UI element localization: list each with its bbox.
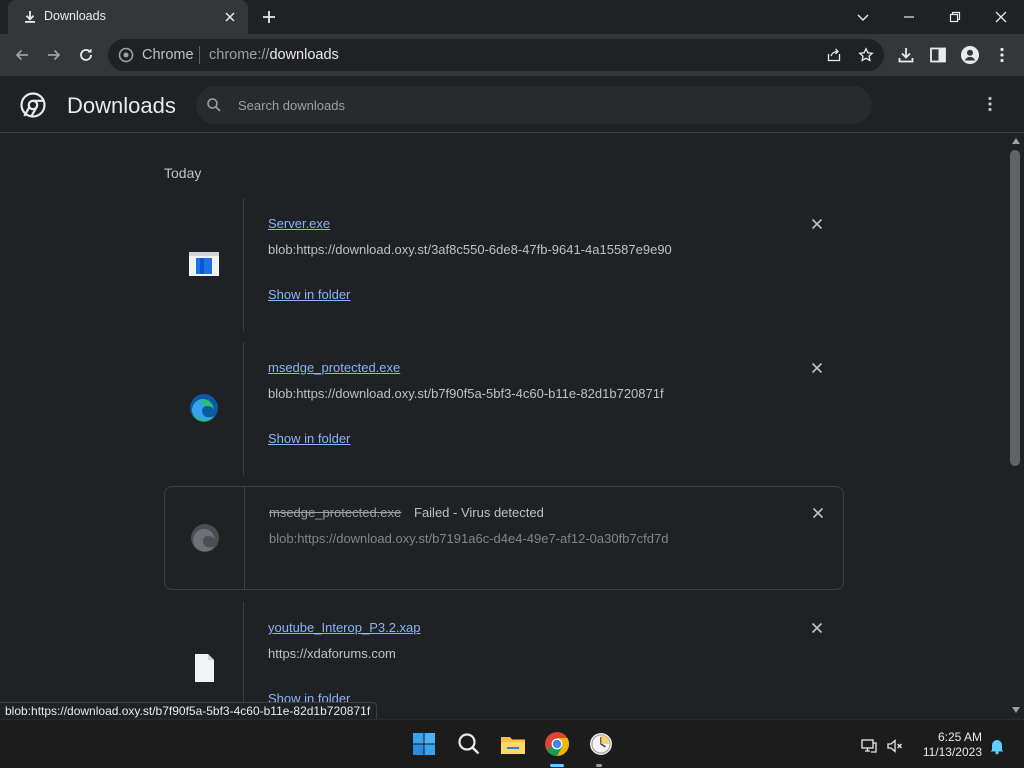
item-icon-column (164, 602, 244, 702)
close-icon[interactable] (809, 360, 825, 376)
address-text: chrome://downloads (209, 47, 339, 63)
tab-title: Downloads (44, 9, 106, 23)
file-name: msedge_protected.exe (269, 505, 402, 520)
close-icon[interactable] (222, 9, 238, 25)
link-status-bubble: blob:https://download.oxy.st/b7f90f5a-5b… (0, 702, 378, 719)
download-icon[interactable] (896, 45, 916, 65)
file-source-url: blob:https://download.oxy.st/b7f90f5a-5b… (268, 386, 664, 401)
scroll-up-icon[interactable] (1012, 138, 1020, 144)
edge-icon (191, 524, 219, 552)
forward-icon[interactable] (44, 45, 64, 65)
item-icon-column (164, 198, 244, 331)
download-icon (25, 11, 35, 23)
reload-icon[interactable] (76, 45, 96, 65)
star-icon[interactable] (858, 47, 874, 63)
restore-icon[interactable] (944, 6, 966, 28)
close-icon[interactable] (809, 620, 825, 636)
scrollbar[interactable] (1008, 134, 1024, 719)
plus-icon[interactable] (260, 8, 278, 26)
edge-icon (190, 394, 218, 422)
url-host: downloads (269, 47, 339, 63)
download-status: Failed - Virus detected (414, 505, 544, 520)
clock-app-icon[interactable] (587, 730, 615, 758)
chrome-icon[interactable] (543, 730, 571, 758)
downloads-list: Today Server.exe blob:https://download.o… (0, 134, 1008, 702)
download-item: msedge_protected.exe blob:https://downlo… (164, 342, 844, 475)
clock-date: 11/13/2023 (922, 745, 982, 759)
search-box[interactable] (196, 86, 872, 124)
tab-downloads[interactable]: Downloads (8, 0, 248, 34)
search-icon (207, 98, 221, 112)
tab-strip: Downloads (0, 0, 1024, 34)
windows-start-icon[interactable] (410, 730, 438, 758)
date-heading: Today (164, 165, 202, 181)
active-app-indicator (550, 764, 564, 767)
file-name-link[interactable]: Server.exe (268, 216, 330, 231)
download-item: Server.exe blob:https://download.oxy.st/… (164, 198, 844, 331)
file-source-url: blob:https://download.oxy.st/b7191a6c-d4… (269, 531, 669, 546)
side-panel-icon[interactable] (928, 45, 948, 65)
item-icon-column (165, 487, 245, 589)
share-icon[interactable] (826, 47, 842, 63)
downloads-header: Downloads (0, 76, 1024, 133)
file-name-link[interactable]: youtube_Interop_P3.2.xap (268, 620, 421, 635)
back-icon[interactable] (12, 45, 32, 65)
search-icon[interactable] (455, 730, 483, 758)
file-name-link[interactable]: msedge_protected.exe (268, 360, 400, 375)
menu-icon[interactable] (992, 45, 1012, 65)
show-in-folder-link[interactable]: Show in folder (268, 431, 350, 446)
omnibox-divider (199, 46, 200, 64)
file-source-url: blob:https://download.oxy.st/3af8c550-6d… (268, 242, 672, 257)
show-in-folder-link[interactable]: Show in folder (268, 691, 350, 702)
exe-file-icon (189, 252, 219, 276)
network-icon[interactable] (860, 737, 878, 755)
close-icon[interactable] (809, 216, 825, 232)
page-title: Downloads (67, 93, 176, 118)
download-item: youtube_Interop_P3.2.xap https://xdaforu… (164, 602, 844, 702)
item-icon-column (164, 342, 244, 475)
download-item-failed: msedge_protected.exe Failed - Virus dete… (164, 486, 844, 590)
show-in-folder-link[interactable]: Show in folder (268, 287, 350, 302)
scroll-thumb[interactable] (1010, 150, 1020, 466)
omnibox-chip-label: Chrome (142, 47, 194, 63)
url-scheme: chrome:// (209, 47, 270, 63)
minimize-icon[interactable] (898, 6, 920, 28)
taskbar: 6:25 AM 11/13/2023 (0, 719, 1024, 768)
system-clock[interactable]: 6:25 AM 11/13/2023 (910, 730, 982, 760)
more-actions-icon[interactable] (980, 94, 1000, 114)
notification-bell-icon[interactable] (988, 737, 1006, 755)
file-icon (195, 654, 214, 682)
close-icon[interactable] (810, 505, 826, 521)
chrome-icon (118, 47, 134, 63)
open-app-indicator (596, 764, 602, 767)
file-explorer-icon[interactable] (499, 730, 527, 758)
browser-toolbar: Chrome chrome://downloads (0, 34, 1024, 76)
file-source-url: https://xdaforums.com (268, 646, 396, 661)
clock-time: 6:25 AM (937, 730, 982, 744)
scroll-down-icon[interactable] (1012, 707, 1020, 713)
search-input[interactable] (238, 95, 838, 115)
chevron-down-icon[interactable] (852, 6, 874, 28)
volume-muted-icon[interactable] (886, 737, 904, 755)
profile-icon[interactable] (960, 45, 980, 65)
address-bar[interactable]: Chrome chrome://downloads (108, 39, 884, 71)
chrome-logo-icon (20, 92, 46, 118)
close-icon[interactable] (990, 6, 1012, 28)
